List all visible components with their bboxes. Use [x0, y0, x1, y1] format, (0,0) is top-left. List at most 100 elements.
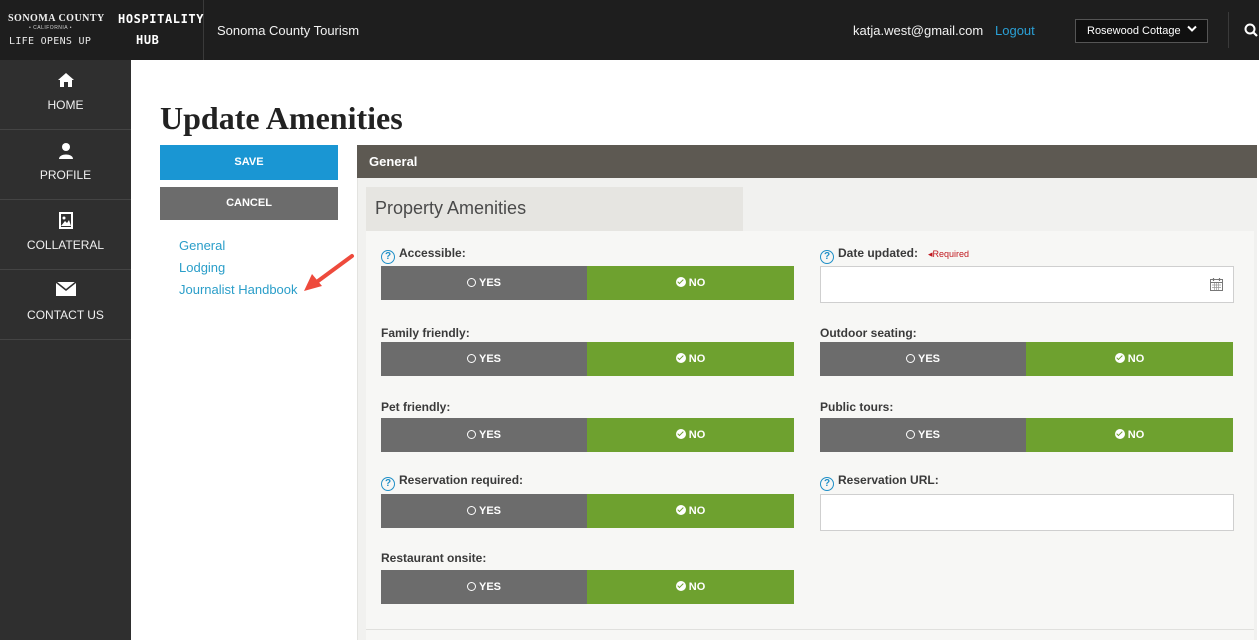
- accessible-label-text: Accessible:: [399, 246, 466, 260]
- radio-empty-icon: [905, 354, 915, 363]
- option-label: NO: [688, 581, 706, 593]
- reservation-url-label-text: Reservation URL:: [838, 473, 939, 487]
- chevron-down-icon: [1187, 25, 1197, 35]
- family-friendly-no-option[interactable]: NO: [587, 342, 794, 376]
- family-friendly-yes-option[interactable]: YES: [381, 342, 587, 376]
- option-label: NO: [1127, 353, 1145, 365]
- check-circle-icon: [675, 277, 686, 287]
- search-icon: [1244, 23, 1258, 37]
- public-tours-toggle: YES NO: [820, 418, 1233, 452]
- date-updated-label-text: Date updated:: [838, 246, 919, 260]
- option-label: YES: [478, 581, 501, 593]
- public-tours-yes-option[interactable]: YES: [820, 418, 1026, 452]
- property-select[interactable]: Rosewood Cottage: [1075, 19, 1208, 43]
- radio-empty-icon: [466, 430, 476, 439]
- calendar-icon[interactable]: [1210, 278, 1223, 291]
- public-tours-label: Public tours:: [820, 400, 894, 414]
- sidebar-item-contact-us[interactable]: CONTACT US: [0, 270, 131, 340]
- property-select-value: Rosewood Cottage: [1087, 25, 1181, 37]
- sidebar-item-label: COLLATERAL: [26, 238, 105, 252]
- pet-friendly-label: Pet friendly:: [381, 400, 451, 414]
- accessible-no-option[interactable]: NO: [587, 266, 794, 300]
- cancel-button[interactable]: CANCEL: [160, 187, 338, 220]
- pet-friendly-toggle: YES NO: [381, 418, 794, 452]
- radio-empty-icon: [466, 278, 476, 287]
- brand-logo[interactable]: SONOMA COUNTY • CALIFORNIA • LIFE OPENS …: [0, 0, 204, 60]
- option-label: NO: [688, 353, 706, 365]
- accessible-toggle: YES NO: [381, 266, 794, 300]
- sidebar-item-profile[interactable]: PROFILE: [0, 130, 131, 200]
- reservation-required-yes-option[interactable]: YES: [381, 494, 587, 528]
- check-circle-icon: [1114, 353, 1125, 363]
- reservation-required-label-text: Reservation required:: [399, 473, 524, 487]
- accessible-yes-option[interactable]: YES: [381, 266, 587, 300]
- family-friendly-toggle: YES NO: [381, 342, 794, 376]
- divider: [366, 629, 1254, 630]
- outdoor-seating-no-option[interactable]: NO: [1026, 342, 1233, 376]
- page-title: Update Amenities: [160, 100, 403, 136]
- date-updated-input[interactable]: [820, 266, 1234, 303]
- sidebar-item-label: CONTACT US: [27, 308, 104, 322]
- anchor-link-general[interactable]: General: [179, 238, 298, 260]
- envelope-icon: [55, 282, 76, 296]
- public-tours-no-option[interactable]: NO: [1026, 418, 1233, 452]
- restaurant-onsite-label: Restaurant onsite:: [381, 551, 487, 565]
- sidebar-item-collateral[interactable]: COLLATERAL: [0, 200, 131, 270]
- image-icon: [58, 212, 73, 229]
- option-label: NO: [1127, 429, 1145, 441]
- reservation-required-no-option[interactable]: NO: [587, 494, 794, 528]
- option-label: YES: [917, 429, 940, 441]
- pet-friendly-yes-option[interactable]: YES: [381, 418, 587, 452]
- anchor-link-journalist-handbook[interactable]: Journalist Handbook: [179, 282, 298, 304]
- outdoor-seating-yes-option[interactable]: YES: [820, 342, 1026, 376]
- site-name[interactable]: Sonoma County Tourism: [217, 23, 359, 38]
- brand-hub-title-1: HOSPITALITY: [118, 12, 205, 26]
- check-circle-icon: [675, 429, 686, 439]
- brand-line-county: SONOMA COUNTY: [8, 13, 105, 24]
- brand-line-state: • CALIFORNIA •: [29, 25, 73, 31]
- tab-property-amenities[interactable]: Property Amenities: [366, 187, 743, 231]
- restaurant-onsite-yes-option[interactable]: YES: [381, 570, 587, 604]
- red-arrow-annotation-icon: [304, 254, 354, 291]
- radio-empty-icon: [466, 506, 476, 515]
- option-label: YES: [478, 505, 501, 517]
- reservation-required-toggle: YES NO: [381, 494, 794, 528]
- search-button[interactable]: [1228, 12, 1259, 48]
- option-label: YES: [917, 353, 940, 365]
- option-label: YES: [478, 353, 501, 365]
- user-email: katja.west@gmail.com: [853, 23, 984, 38]
- required-indicator: ◂Required: [928, 249, 970, 259]
- option-label: NO: [688, 277, 706, 289]
- radio-empty-icon: [466, 354, 476, 363]
- family-friendly-label: Family friendly:: [381, 326, 470, 340]
- check-circle-icon: [1114, 429, 1125, 439]
- pet-friendly-no-option[interactable]: NO: [587, 418, 794, 452]
- option-label: YES: [478, 277, 501, 289]
- restaurant-onsite-no-option[interactable]: NO: [587, 570, 794, 604]
- sidebar: HOME PROFILE COLLATERAL CONTACT US: [0, 60, 131, 640]
- restaurant-onsite-toggle: YES NO: [381, 570, 794, 604]
- accessible-label: ? Accessible:: [381, 246, 466, 264]
- option-label: NO: [688, 505, 706, 517]
- brand-tagline: LIFE OPENS UP: [9, 36, 92, 47]
- brand-hub-title-2: HUB: [136, 33, 160, 47]
- help-icon[interactable]: ?: [820, 477, 834, 491]
- outdoor-seating-label: Outdoor seating:: [820, 326, 917, 340]
- save-button[interactable]: SAVE: [160, 145, 338, 180]
- radio-empty-icon: [905, 430, 915, 439]
- option-label: NO: [688, 429, 706, 441]
- sidebar-item-label: HOME: [47, 98, 84, 112]
- reservation-url-input[interactable]: [820, 494, 1234, 531]
- help-icon[interactable]: ?: [820, 250, 834, 264]
- help-icon[interactable]: ?: [381, 250, 395, 264]
- logout-link[interactable]: Logout: [995, 23, 1035, 38]
- help-icon[interactable]: ?: [381, 477, 395, 491]
- reservation-url-label: ? Reservation URL:: [820, 473, 939, 491]
- reservation-required-label: ? Reservation required:: [381, 473, 523, 491]
- check-circle-icon: [675, 581, 686, 591]
- anchor-link-lodging[interactable]: Lodging: [179, 260, 298, 282]
- section-header-general: General: [357, 145, 1257, 178]
- top-bar: SONOMA COUNTY • CALIFORNIA • LIFE OPENS …: [0, 0, 1259, 60]
- sidebar-item-home[interactable]: HOME: [0, 60, 131, 130]
- home-icon: [57, 73, 74, 87]
